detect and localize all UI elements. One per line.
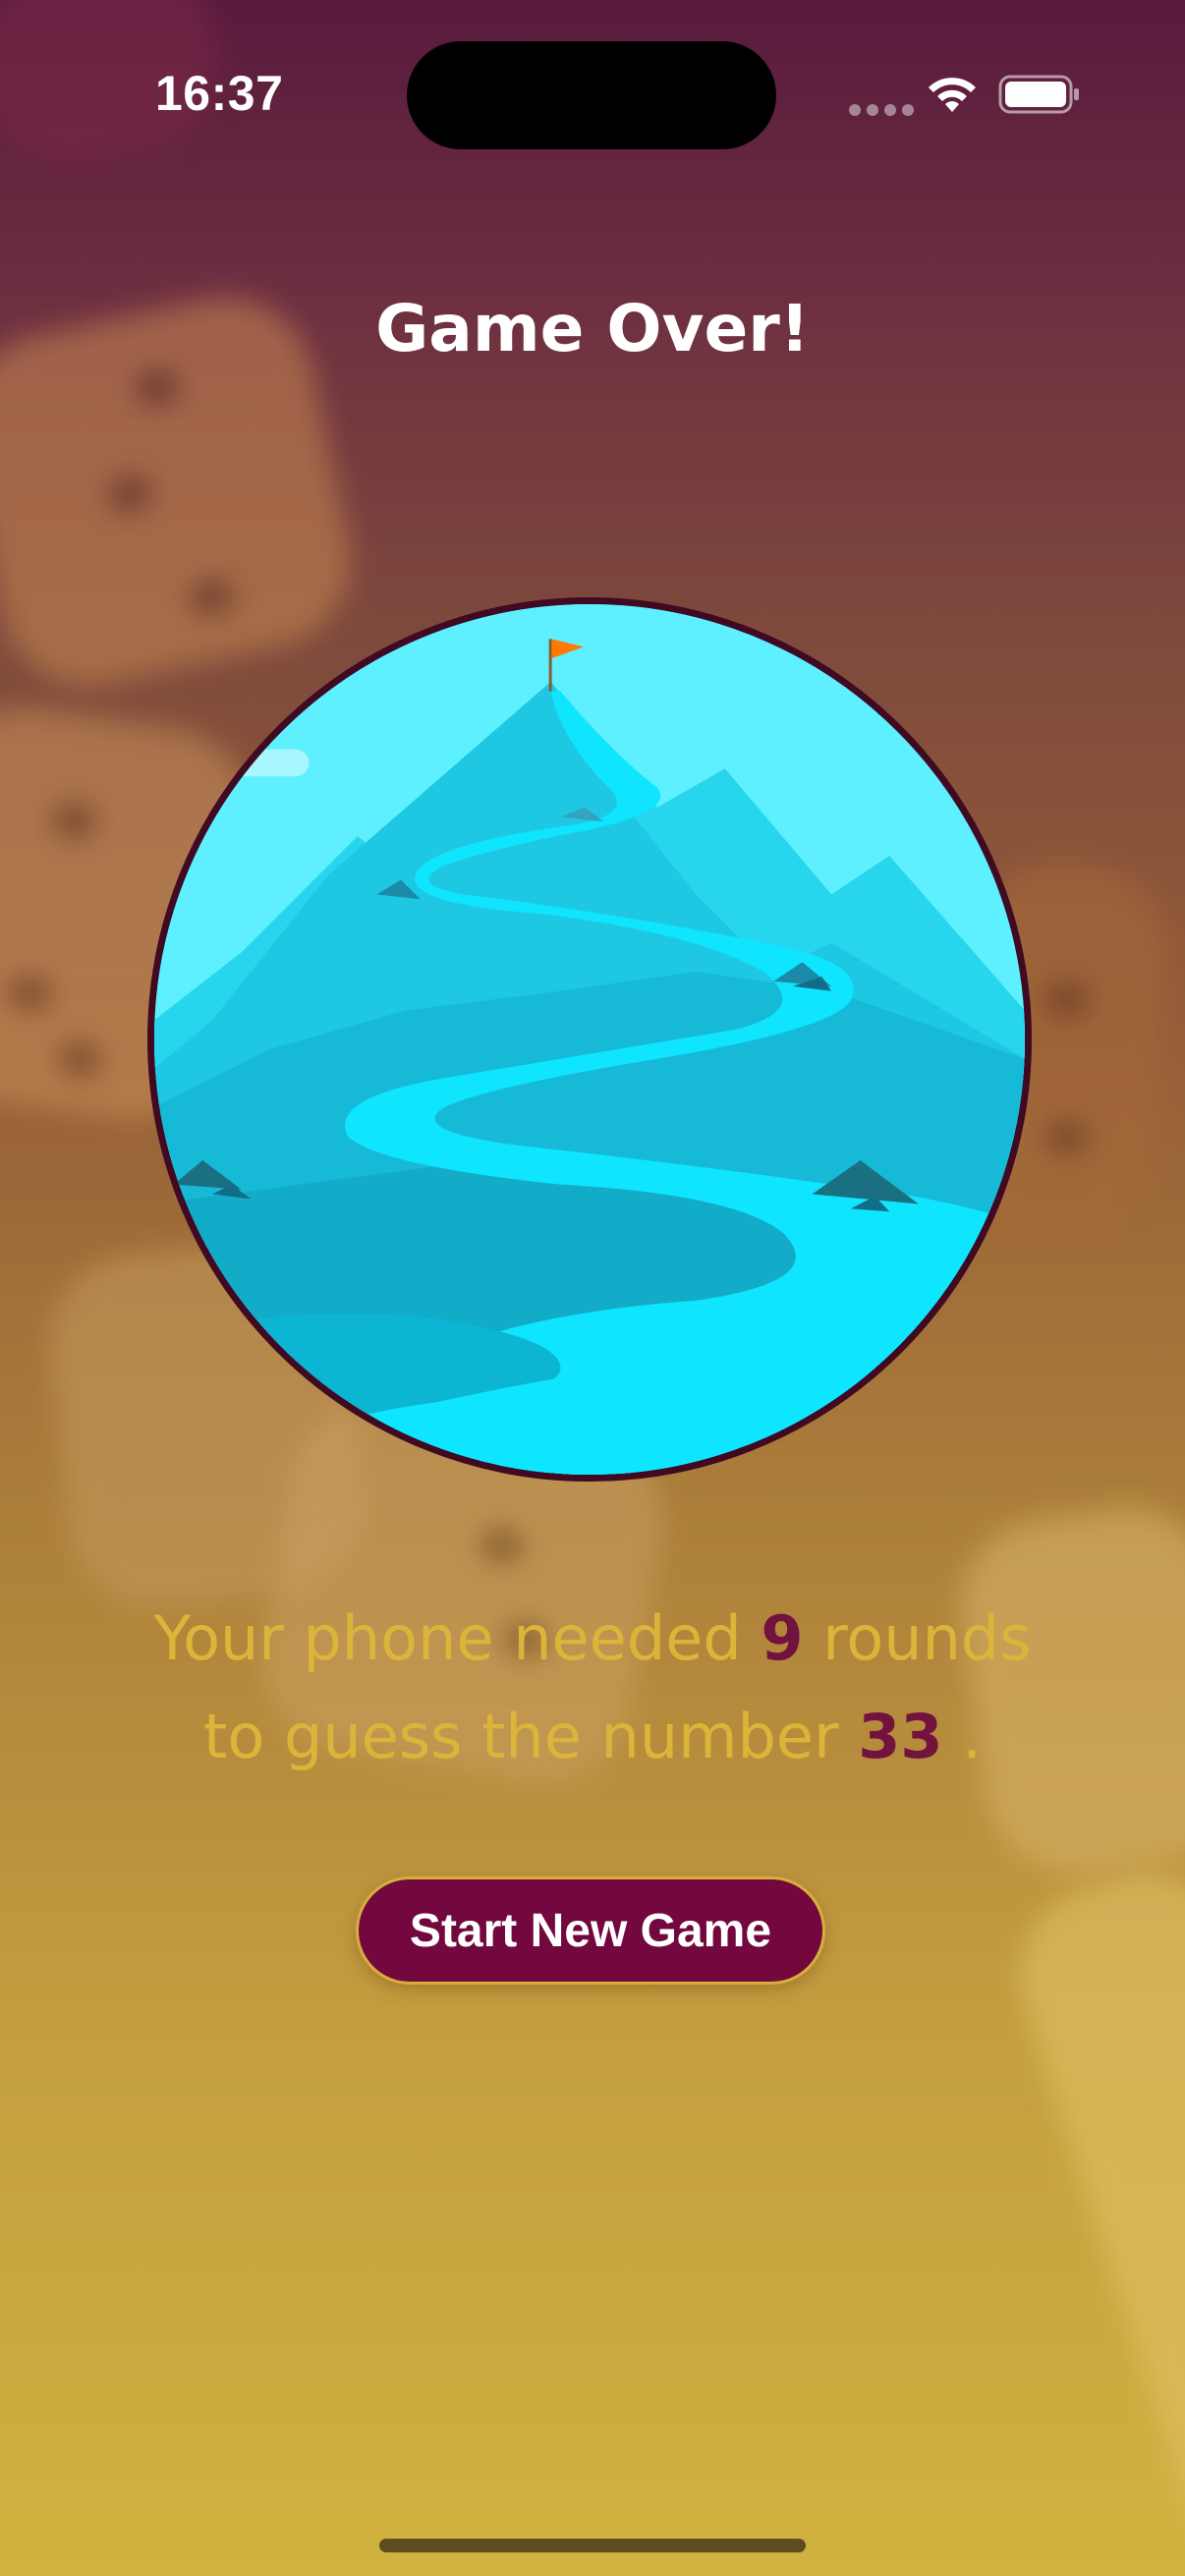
summary-text: Your phone needed [153,1602,762,1674]
wifi-icon [929,78,976,112]
game-over-screen: 16:37 Game Over! Your phone needed 9 rou… [0,0,1185,2576]
result-summary: Your phone needed 9 rounds to guess the … [59,1590,1126,1786]
dynamic-island [407,41,776,149]
start-new-game-button[interactable]: Start New Game [356,1876,825,1985]
summary-text: rounds [803,1602,1032,1674]
status-time: 16:37 [155,66,284,121]
summary-text: to guess the number [203,1701,859,1772]
rounds-count: 9 [761,1602,804,1674]
background-die [996,1850,1185,2576]
battery-icon [998,75,1079,114]
guessed-number: 33 [858,1701,943,1772]
cellular-signal-icon [849,104,914,116]
page-title: Game Over! [375,291,810,366]
home-indicator[interactable] [379,2539,806,2552]
mountain-summit-flag-icon [147,597,1032,1482]
summary-text: . [942,1701,982,1772]
